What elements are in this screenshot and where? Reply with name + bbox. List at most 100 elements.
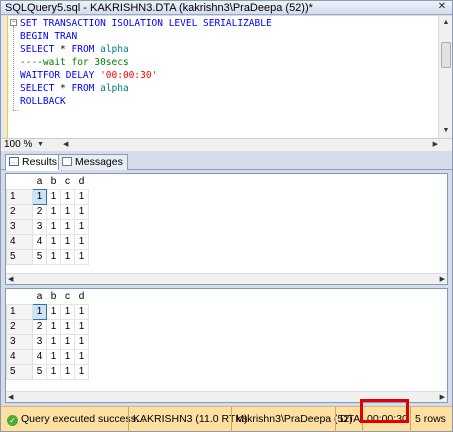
zoom-dropdown-icon[interactable]: ▼	[37, 139, 44, 151]
row-number[interactable]: 5	[6, 363, 33, 380]
grid-cell[interactable]: 1	[46, 218, 61, 235]
grid-corner[interactable]	[6, 289, 33, 304]
table-row[interactable]: 22111	[6, 318, 89, 335]
grid-cell[interactable]: 5	[32, 248, 47, 265]
column-header[interactable]: d	[74, 174, 89, 189]
code-line[interactable]: ROLLBACK	[20, 95, 272, 108]
column-header[interactable]: b	[46, 174, 61, 189]
code-line[interactable]: WAITFOR DELAY '00:00:30'	[20, 69, 272, 82]
grid-cell[interactable]: 5	[32, 363, 47, 380]
grid-cell[interactable]: 1	[60, 203, 75, 220]
column-header[interactable]: c	[60, 174, 75, 189]
grid-cell[interactable]: 1	[60, 218, 75, 235]
scroll-right-icon[interactable]: ▶	[440, 274, 445, 285]
table-row[interactable]: 44111	[6, 348, 89, 365]
table-row[interactable]: 55111	[6, 363, 89, 380]
grid-cell[interactable]: 1	[60, 233, 75, 250]
tab-results[interactable]: Results	[5, 154, 63, 171]
scroll-up-icon[interactable]: ▲	[440, 17, 452, 29]
code-line[interactable]: BEGIN TRAN	[20, 30, 272, 43]
scroll-thumb[interactable]	[441, 42, 451, 68]
grid-cell[interactable]: 2	[32, 318, 47, 335]
row-number[interactable]: 5	[6, 248, 33, 265]
grid-cell[interactable]: 1	[60, 348, 75, 365]
tab-messages[interactable]: Messages	[58, 154, 128, 170]
grid-cell[interactable]: 1	[46, 248, 61, 265]
row-number[interactable]: 1	[6, 188, 33, 205]
row-number[interactable]: 1	[6, 303, 33, 320]
scroll-left-icon[interactable]: ◀	[8, 392, 13, 403]
grid-cell[interactable]: 1	[74, 233, 89, 250]
grid-cell[interactable]: 1	[60, 188, 75, 205]
grid-cell[interactable]: 1	[46, 233, 61, 250]
grid-cell[interactable]: 1	[74, 333, 89, 350]
table-row[interactable]: 11111	[6, 188, 89, 205]
scroll-right-icon[interactable]: ▶	[440, 392, 445, 403]
grid-cell[interactable]: 1	[60, 303, 75, 320]
code-line[interactable]: ----wait for 30secs	[20, 56, 272, 69]
column-header[interactable]: a	[32, 174, 47, 189]
results-grid-2[interactable]: abcd1111122111331114411155111 ◀ ▶	[5, 288, 448, 403]
grid-cell[interactable]: 1	[46, 333, 61, 350]
results-grid-1[interactable]: abcd1111122111331114411155111 ◀ ▶	[5, 173, 448, 285]
grid-cell[interactable]: 1	[74, 203, 89, 220]
grid-cell[interactable]: 4	[32, 233, 47, 250]
grid-cell[interactable]: 1	[74, 248, 89, 265]
editor-horizontal-scrollbar[interactable]: ◀ ▶	[63, 140, 438, 150]
close-icon[interactable]: ✕	[436, 1, 448, 13]
column-header[interactable]: d	[74, 289, 89, 304]
grid-cell[interactable]: 2	[32, 203, 47, 220]
grid-corner[interactable]	[6, 174, 33, 189]
grid-cell[interactable]: 1	[60, 363, 75, 380]
row-number[interactable]: 4	[6, 348, 33, 365]
grid-cell[interactable]: 1	[74, 348, 89, 365]
row-number[interactable]: 2	[6, 203, 33, 220]
grid-cell[interactable]: 3	[32, 218, 47, 235]
grid-cell[interactable]: 1	[74, 363, 89, 380]
grid-cell[interactable]: 1	[60, 318, 75, 335]
grid-cell[interactable]: 1	[46, 318, 61, 335]
grid-cell[interactable]: 1	[60, 333, 75, 350]
grid-cell[interactable]: 1	[46, 203, 61, 220]
table-row[interactable]: 55111	[6, 248, 89, 265]
table-row[interactable]: 44111	[6, 233, 89, 250]
column-header[interactable]: a	[32, 289, 47, 304]
editor-vertical-scrollbar[interactable]: ▲ ▼	[438, 16, 452, 138]
grid-cell[interactable]: 1	[60, 248, 75, 265]
grid-cell[interactable]: 3	[32, 333, 47, 350]
grid-cell[interactable]: 1	[32, 188, 47, 205]
grid-cell[interactable]: 1	[32, 303, 47, 320]
grid-cell[interactable]: 1	[46, 348, 61, 365]
grid-horizontal-scrollbar[interactable]: ◀ ▶	[6, 273, 447, 284]
scroll-right-icon[interactable]: ▶	[433, 140, 438, 150]
table-row[interactable]: 33111	[6, 218, 89, 235]
grid-cell[interactable]: 1	[74, 218, 89, 235]
row-number[interactable]: 3	[6, 218, 33, 235]
table-row[interactable]: 11111	[6, 303, 89, 320]
grid-cell[interactable]: 1	[46, 188, 61, 205]
grid-cell[interactable]: 1	[74, 188, 89, 205]
row-number[interactable]: 3	[6, 333, 33, 350]
scroll-left-icon[interactable]: ◀	[63, 140, 68, 150]
sql-code[interactable]: SET TRANSACTION ISOLATION LEVEL SERIALIZ…	[20, 17, 272, 108]
code-line[interactable]: SELECT * FROM alpha	[20, 43, 272, 56]
grid-cell[interactable]: 1	[46, 363, 61, 380]
table-row[interactable]: 22111	[6, 203, 89, 220]
column-header[interactable]: b	[46, 289, 61, 304]
collapse-icon[interactable]: −	[10, 19, 17, 26]
code-line[interactable]: SELECT * FROM alpha	[20, 82, 272, 95]
sql-editor[interactable]: − SET TRANSACTION ISOLATION LEVEL SERIAL…	[1, 16, 452, 138]
scroll-down-icon[interactable]: ▼	[440, 125, 452, 137]
row-number[interactable]: 4	[6, 233, 33, 250]
row-number[interactable]: 2	[6, 318, 33, 335]
grid-cell[interactable]: 1	[46, 303, 61, 320]
zoom-level[interactable]: 100 %	[4, 139, 32, 151]
code-line[interactable]: SET TRANSACTION ISOLATION LEVEL SERIALIZ…	[20, 17, 272, 30]
column-header[interactable]: c	[60, 289, 75, 304]
grid-cell[interactable]: 1	[74, 303, 89, 320]
table-row[interactable]: 33111	[6, 333, 89, 350]
scroll-left-icon[interactable]: ◀	[8, 274, 13, 285]
grid-cell[interactable]: 4	[32, 348, 47, 365]
document-tab-title[interactable]: SQLQuery5.sql - KAKRISHN3.DTA (kakrishn3…	[5, 2, 313, 14]
grid-cell[interactable]: 1	[74, 318, 89, 335]
